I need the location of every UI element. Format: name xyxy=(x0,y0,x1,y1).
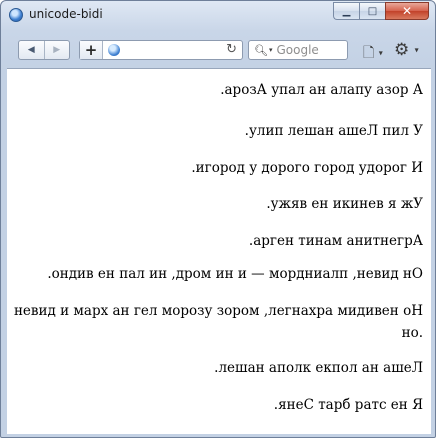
text-line: .игород у дорого город удорог И xyxy=(191,160,423,176)
plus-icon: + xyxy=(84,41,98,59)
nav-buttons: ◀ ▶ xyxy=(18,40,70,60)
chevron-down-icon: ▾ xyxy=(414,45,419,55)
chevron-down-icon: ▾ xyxy=(378,48,383,58)
minimize-icon: ▁ xyxy=(342,5,351,17)
new-tab-button[interactable]: + xyxy=(80,41,103,59)
back-button[interactable]: ◀ xyxy=(19,41,45,59)
window-title: unicode-bidi xyxy=(29,7,103,21)
text-line: .янеС тарб ратс ен Я xyxy=(273,397,423,413)
page-content: .арозА упал ан алапу азор А .улип лешан … xyxy=(7,68,431,434)
window-controls: ▁ □ ✕ xyxy=(333,2,429,20)
search-icon[interactable]: 🔍︎ xyxy=(254,44,268,57)
search-input[interactable]: 🔍︎ ▾ Google xyxy=(248,40,348,60)
back-icon: ◀ xyxy=(27,45,35,55)
tools-menu-button[interactable]: ⚙ ▾ xyxy=(394,40,419,60)
browser-window: unicode-bidi ▁ □ ✕ ◀ ▶ + ↻ 🔍︎ ▾ Google 🗋… xyxy=(0,0,436,438)
text-line: .арген тинам анитнегрА xyxy=(248,233,423,249)
page-menu-icon: 🗋 xyxy=(363,45,375,61)
text-line: .лешан аполк екпол ан ашеЛ xyxy=(214,360,423,376)
text-line: .ондив ен пал ин ,дром ин и — мордниалп … xyxy=(47,266,423,282)
close-button[interactable]: ✕ xyxy=(385,2,429,20)
toolbar: ◀ ▶ + ↻ 🔍︎ ▾ Google 🗋 ▾ ⚙ ▾ xyxy=(1,34,435,66)
text-line: невид и марх ан гел морозу зором ,легнах… xyxy=(13,303,423,319)
text-line: .арозА упал ан алапу азор А xyxy=(220,82,423,98)
address-bar[interactable]: + ↻ xyxy=(79,40,243,60)
app-icon xyxy=(9,8,23,22)
text-line: .ужяв ен икинев я жУ xyxy=(266,196,423,212)
maximize-icon: □ xyxy=(367,5,378,17)
maximize-button[interactable]: □ xyxy=(359,2,385,20)
forward-button[interactable]: ▶ xyxy=(45,41,70,59)
forward-icon: ▶ xyxy=(53,45,61,55)
globe-icon xyxy=(108,44,120,56)
search-engine-dropdown-icon[interactable]: ▾ xyxy=(269,46,273,54)
minimize-button[interactable]: ▁ xyxy=(333,2,359,20)
text-line: но. xyxy=(401,325,423,341)
reload-icon[interactable]: ↻ xyxy=(226,42,237,57)
page-menu-button[interactable]: 🗋 ▾ xyxy=(363,42,383,66)
close-icon: ✕ xyxy=(401,4,413,18)
search-placeholder: Google xyxy=(276,43,319,57)
text-line: .улип лешан ашеЛ пил У xyxy=(244,123,423,139)
gear-icon: ⚙ xyxy=(394,40,410,60)
title-bar[interactable]: unicode-bidi ▁ □ ✕ xyxy=(1,1,435,29)
